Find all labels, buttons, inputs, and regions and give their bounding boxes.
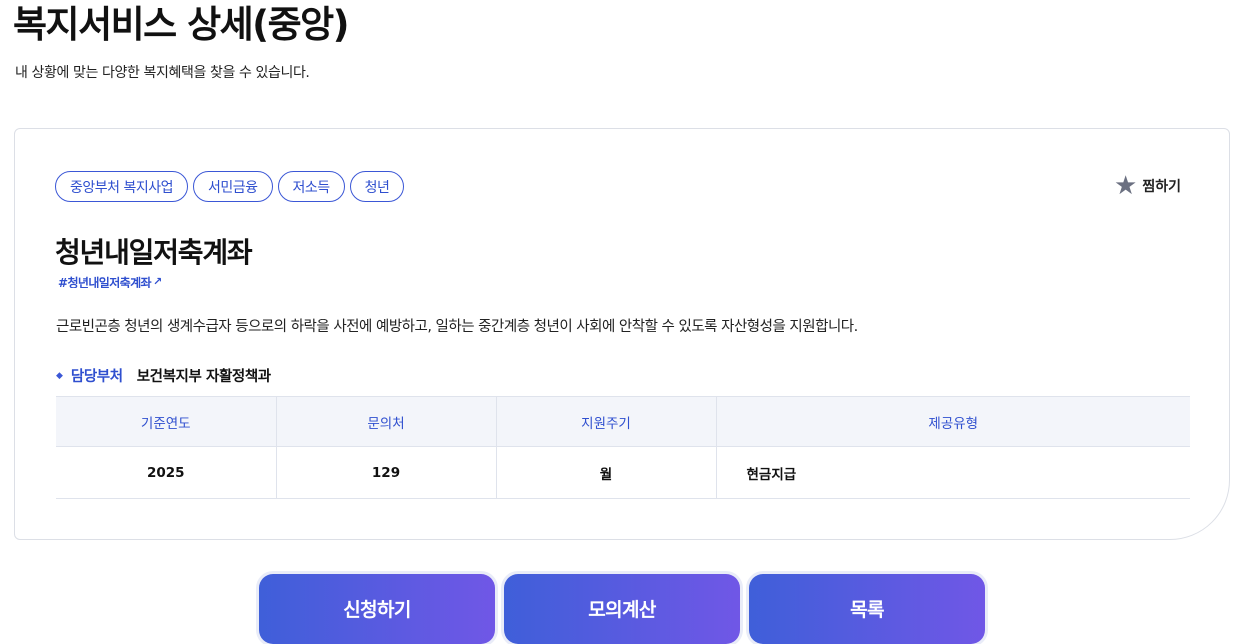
table-row: 2025 129 월 현금지급 (56, 446, 1190, 499)
table-header-row: 기준연도 문의처 지원주기 제공유형 (56, 396, 1190, 447)
column-header: 기준연도 (56, 396, 277, 447)
category-tags: 중앙부처 복지사업 서민금융 저소득 청년 (55, 171, 405, 202)
external-link-icon: ↗ (152, 276, 162, 288)
favorite-button[interactable]: ★ 찜하기 (1114, 171, 1181, 201)
apply-button[interactable]: 신청하기 (259, 574, 495, 644)
column-header: 문의처 (276, 396, 497, 447)
action-buttons: 신청하기 모의계산 목록 (259, 574, 985, 644)
favorite-label: 찜하기 (1142, 179, 1181, 195)
page-title: 복지서비스 상세(중앙) (13, 3, 350, 46)
simulate-button[interactable]: 모의계산 (504, 574, 740, 644)
department-label: 담당부처 (70, 369, 123, 385)
service-hashtag-link[interactable]: #청년내일저축계좌 ↗ (58, 276, 162, 288)
category-tag[interactable]: 저소득 (277, 171, 345, 202)
diamond-bullet-icon: ◆ (56, 370, 63, 381)
hashtag-text: #청년내일저축계좌 (58, 276, 152, 288)
table-cell: 2025 (56, 446, 277, 499)
star-icon: ★ (1114, 171, 1138, 201)
column-header: 제공유형 (716, 396, 1190, 447)
list-button[interactable]: 목록 (749, 574, 985, 644)
department-row: ◆ 담당부처 보건복지부 자활정책과 (56, 365, 271, 386)
service-info-table: 기준연도 문의처 지원주기 제공유형 2025 129 월 현금지급 (56, 396, 1190, 499)
category-tag[interactable]: 서민금융 (193, 171, 273, 202)
column-header: 지원주기 (496, 396, 717, 447)
service-title: 청년내일저축계좌 (55, 236, 253, 269)
page-subtitle: 내 상황에 맞는 다양한 복지혜택을 찾을 수 있습니다. (15, 65, 310, 81)
category-tag[interactable]: 청년 (349, 171, 405, 202)
category-tag[interactable]: 중앙부처 복지사업 (55, 171, 188, 202)
table-cell: 현금지급 (716, 446, 1190, 499)
table-cell: 129 (276, 446, 497, 499)
service-description: 근로빈곤층 청년의 생계수급자 등으로의 하락을 사전에 예방하고, 일하는 중… (56, 319, 858, 335)
department-value: 보건복지부 자활정책과 (136, 369, 271, 385)
table-cell: 월 (496, 446, 717, 499)
service-detail-card: 중앙부처 복지사업 서민금융 저소득 청년 ★ 찜하기 청년내일저축계좌 #청년… (14, 128, 1230, 540)
